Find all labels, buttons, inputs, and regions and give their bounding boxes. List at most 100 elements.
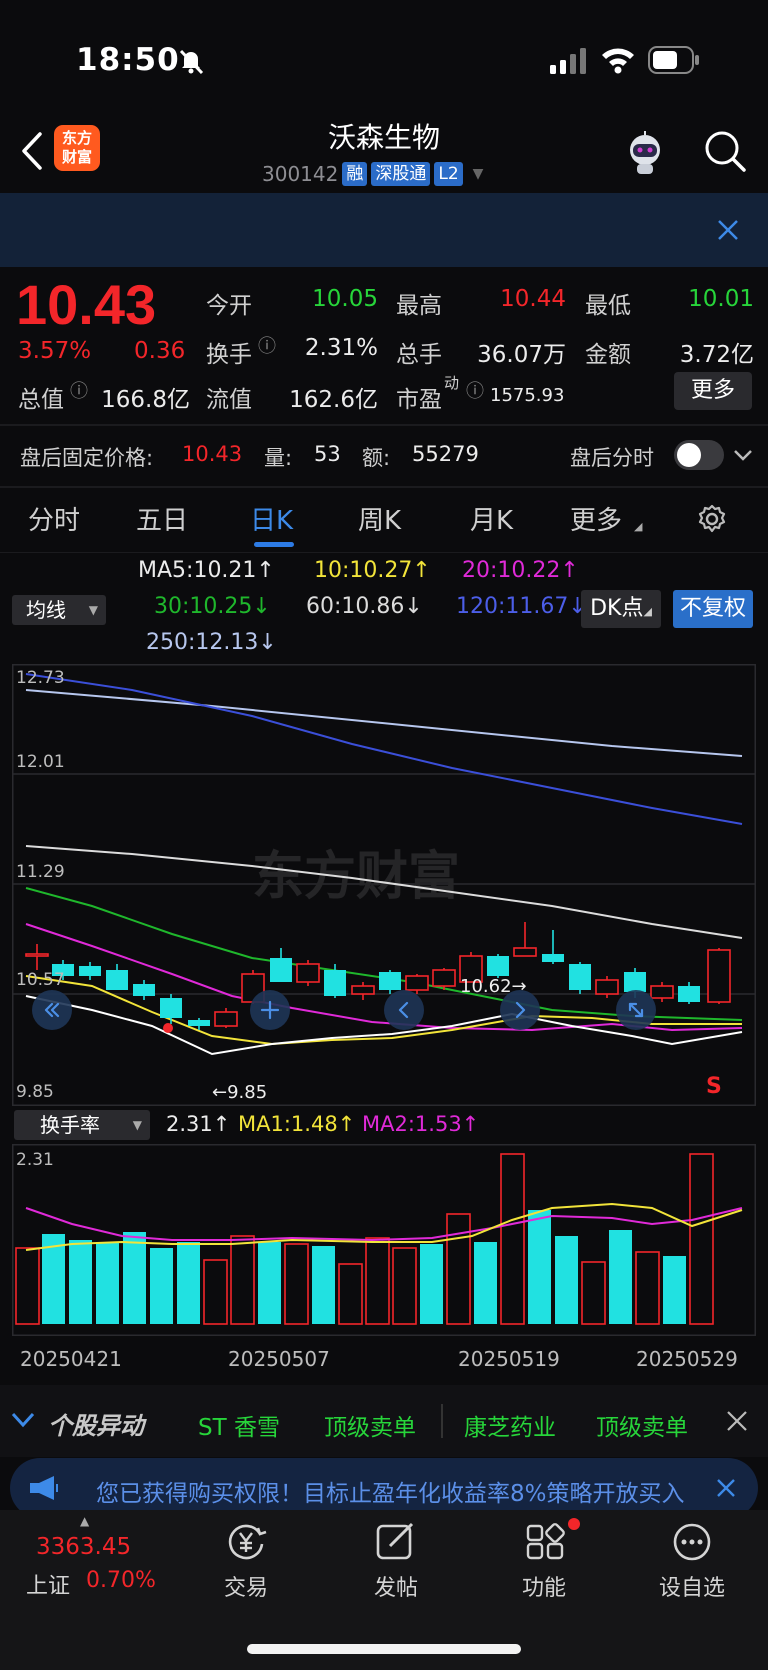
kline-chart[interactable]: 东方财富 <box>12 664 756 1106</box>
trade-yen-icon[interactable] <box>224 1520 268 1564</box>
candle-body <box>106 970 128 990</box>
alert-type-2[interactable]: 顶级卖单 <box>596 1408 688 1442</box>
ma120-line <box>25 673 743 825</box>
turnover-indicator-value: 2.31↑ <box>166 1112 231 1136</box>
settings-gear-icon[interactable] <box>696 503 728 535</box>
pe-sup: 动 <box>444 374 460 392</box>
tab-monthly-k[interactable]: 月K <box>470 500 513 537</box>
dk-point-button[interactable]: DK点◢ <box>581 590 661 628</box>
tab-five-day[interactable]: 五日 <box>136 500 188 537</box>
ma60-legend: 60:10.86↓ <box>306 594 423 619</box>
turnover-bar <box>69 1240 92 1324</box>
silent-bell-icon <box>179 49 204 75</box>
x-date-1: 20250421 <box>20 1347 122 1371</box>
close-icon[interactable] <box>714 1476 738 1500</box>
caret-down-icon: ▼ <box>88 603 98 617</box>
y-label-4: 10.57 <box>16 970 65 990</box>
tab-active-indicator <box>254 542 294 547</box>
adjust-button[interactable]: 不复权 <box>673 590 753 628</box>
alert-type-1[interactable]: 顶级卖单 <box>324 1408 416 1442</box>
post-edit-icon[interactable] <box>374 1520 418 1564</box>
megaphone-icon <box>30 1476 58 1500</box>
ma10-legend: 10:10.27↑ <box>314 558 431 583</box>
tag-connect: 深股通 <box>371 162 431 186</box>
change-amount: 0.36 <box>134 338 186 364</box>
turnover-bar <box>581 1261 606 1325</box>
chevron-down-icon[interactable] <box>10 1410 36 1430</box>
info-icon[interactable]: ⓘ <box>466 377 484 403</box>
search-icon[interactable] <box>702 128 748 174</box>
close-icon[interactable] <box>724 1408 750 1434</box>
turnover-ma2: MA2:1.53↑ <box>362 1112 480 1136</box>
turnover-chart[interactable] <box>12 1144 756 1336</box>
robot-assistant-icon[interactable] <box>622 130 668 176</box>
alert-stock-1[interactable]: ST 香雪 <box>198 1408 280 1442</box>
nav-post-label[interactable]: 发帖 <box>346 1570 446 1602</box>
volume-indicator-select[interactable]: 换手率 ▼ <box>14 1110 150 1140</box>
battery-icon <box>648 46 699 74</box>
turnover-bar <box>230 1235 255 1325</box>
float-value: 162.6亿 <box>289 387 378 413</box>
divider <box>0 486 768 488</box>
ma-select[interactable]: 均线 ▼ <box>12 595 106 625</box>
turnover-bar <box>96 1242 119 1324</box>
y-label-3: 11.29 <box>16 862 65 882</box>
alert-stock-2[interactable]: 康芝药业 <box>464 1408 556 1442</box>
caret-down-icon: ▼ <box>132 1118 142 1132</box>
alert-title: 个股异动 <box>48 1412 144 1440</box>
info-icon[interactable]: ⓘ <box>70 377 88 403</box>
tab-timeshare[interactable]: 分时 <box>28 500 80 537</box>
pe-value: 1575.93 <box>490 385 565 406</box>
turnover-bar <box>474 1242 497 1324</box>
tag-level2: L2 <box>434 162 463 186</box>
nav-watchlist-label[interactable]: 设自选 <box>642 1570 742 1602</box>
open-label: 今开 <box>206 293 252 319</box>
last-price: 10.43 <box>16 273 157 336</box>
ma20-legend: 20:10.22↑ <box>462 558 579 583</box>
ma5-legend: MA5:10.21↑ <box>138 558 275 583</box>
tab-more[interactable]: 更多 <box>570 500 622 537</box>
after-hours-vol-label: 量: <box>264 446 293 470</box>
stock-meta[interactable]: 300142 融 深股通 L2 ▼ <box>262 160 483 188</box>
functions-grid-icon[interactable] <box>524 1520 568 1564</box>
vol-select-label: 换手率 <box>40 1113 100 1137</box>
ma250-legend: 250:12.13↓ <box>146 630 277 655</box>
after-hours-vol: 53 <box>314 442 341 466</box>
candle-body <box>79 966 101 976</box>
dk-label: DK点 <box>590 596 644 621</box>
after-hours-amt: 55279 <box>412 442 479 466</box>
x-date-4: 20250529 <box>636 1347 738 1371</box>
turnover-bar <box>446 1213 471 1325</box>
index-name: 上证 <box>26 1574 71 1599</box>
watchlist-more-icon[interactable] <box>670 1520 714 1564</box>
index-value[interactable]: 3363.45 <box>36 1534 131 1560</box>
candle-body <box>707 949 731 1003</box>
turnover-bar <box>123 1232 146 1324</box>
mktcap-label: 总值 <box>18 387 64 413</box>
turnover-bar <box>284 1243 309 1325</box>
sell-mark[interactable]: S <box>706 1074 722 1099</box>
tab-weekly-k[interactable]: 周K <box>358 500 401 537</box>
ad-banner[interactable] <box>0 193 768 267</box>
turnover-bar <box>392 1247 417 1325</box>
high-label: 最高 <box>396 293 442 319</box>
candle-body <box>188 1020 210 1026</box>
close-icon[interactable] <box>712 214 744 246</box>
clock: 18:50 <box>76 42 180 78</box>
info-icon[interactable]: ⓘ <box>258 332 276 358</box>
y-label-bottom: 9.85 <box>16 1082 54 1102</box>
nav-functions-label[interactable]: 功能 <box>494 1570 594 1602</box>
tab-daily-k[interactable]: 日K <box>250 500 293 537</box>
index-percent: 0.70% <box>86 1568 156 1593</box>
home-indicator <box>247 1644 521 1654</box>
more-button[interactable]: 更多 <box>674 372 752 410</box>
low-annotation: ←9.85 <box>212 1082 268 1103</box>
candle-body <box>379 972 401 990</box>
turnover-ma1: MA1:1.48↑ <box>238 1112 356 1136</box>
candle-body <box>133 984 155 996</box>
nav-trade-label[interactable]: 交易 <box>196 1570 296 1602</box>
volume-value: 36.07万 <box>477 342 566 368</box>
ma250-line <box>25 689 743 757</box>
ma120-legend: 120:11.67↓ <box>456 594 587 619</box>
chevron-down-icon[interactable] <box>732 446 754 464</box>
